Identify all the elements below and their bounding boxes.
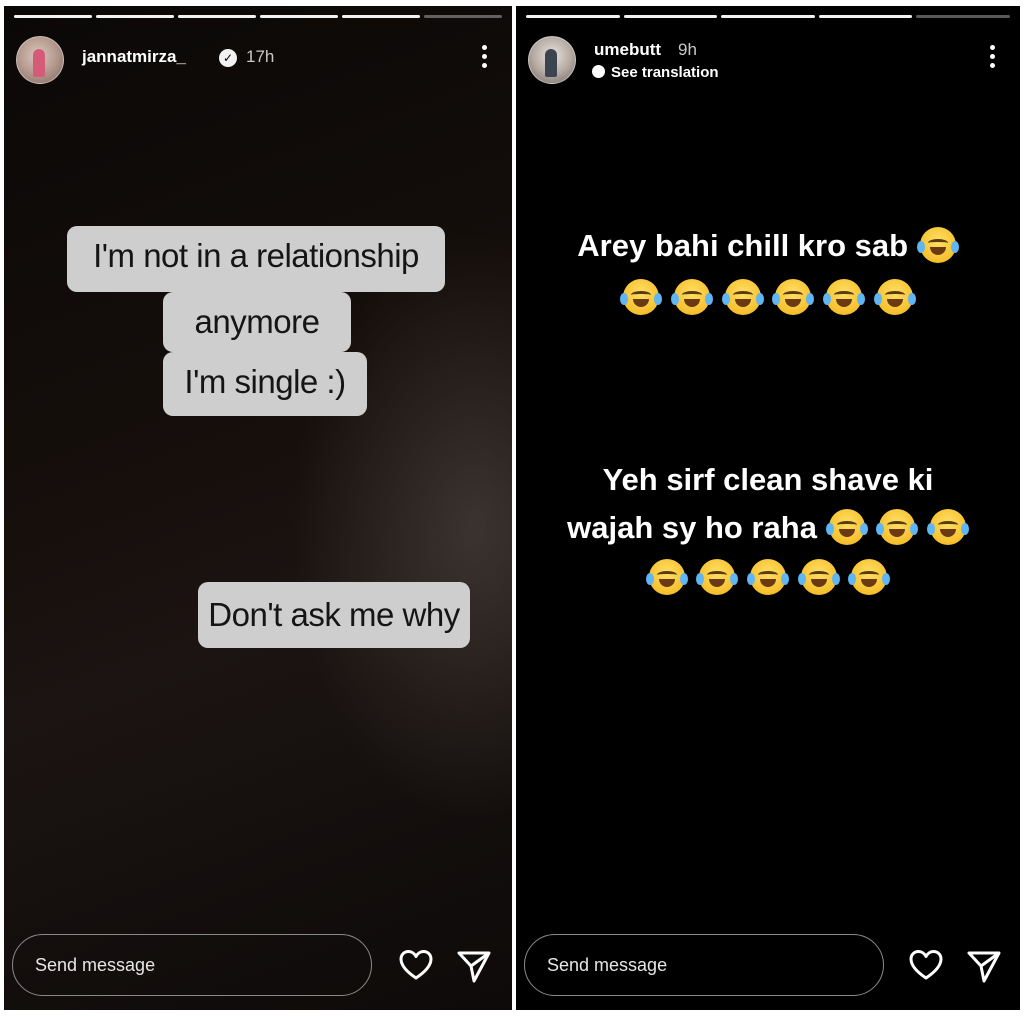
see-translation-label: See translation	[611, 64, 719, 81]
laughing-emoji-icon	[876, 509, 919, 545]
story-header: umebutt 9h See translation	[528, 32, 1008, 86]
laughing-emoji-icon	[848, 559, 891, 595]
story-progress-bar	[14, 15, 502, 18]
laughing-emoji-icon	[822, 279, 865, 315]
sticker-line: I'm not in a relationship	[67, 226, 445, 292]
reply-bar	[4, 926, 512, 1010]
laughing-emoji-icon	[926, 509, 969, 545]
more-options-icon[interactable]	[990, 45, 996, 68]
laughing-emoji-icon	[721, 279, 764, 315]
send-message-input[interactable]	[12, 934, 372, 996]
reply-bar	[516, 926, 1020, 1010]
laughing-emoji-icon	[873, 279, 916, 315]
sticker-line: I'm single :)	[163, 352, 367, 416]
laughing-emoji-icon	[671, 279, 714, 315]
sticker-line: anymore	[163, 292, 351, 352]
avatar[interactable]	[16, 36, 64, 84]
avatar[interactable]	[528, 36, 576, 84]
story-panel-right: umebutt 9h See translation Arey bahi chi…	[516, 6, 1020, 1010]
globe-icon	[592, 65, 605, 78]
laughing-emoji-icon	[696, 559, 739, 595]
caption-text: wajah sy ho raha	[567, 510, 817, 545]
laughing-emoji-icon	[825, 509, 868, 545]
story-panel-left: jannatmirza_ ✓ 17h I'm not in a relation…	[4, 6, 512, 1010]
username[interactable]: umebutt	[594, 40, 661, 60]
laughing-emoji-icon	[645, 559, 688, 595]
see-translation-link[interactable]: See translation	[592, 64, 719, 81]
laughing-emoji-icon	[797, 559, 840, 595]
story-header: jannatmirza_ ✓ 17h	[16, 32, 500, 86]
caption-text: Arey bahi chill kro sab	[577, 228, 909, 263]
heart-icon[interactable]	[908, 948, 944, 984]
laughing-emoji-icon	[772, 279, 815, 315]
story-caption: Arey bahi chill kro sab	[516, 222, 1020, 322]
verified-badge-icon: ✓	[219, 49, 237, 67]
laughing-emoji-icon	[620, 279, 663, 315]
heart-icon[interactable]	[398, 948, 434, 984]
story-progress-bar	[526, 15, 1010, 18]
send-message-input[interactable]	[524, 934, 884, 996]
more-options-icon[interactable]	[482, 45, 488, 68]
caption-text: Yeh sirf clean shave ki	[602, 462, 934, 497]
laughing-emoji-icon	[916, 227, 959, 263]
story-time: 17h	[246, 47, 275, 66]
laughing-emoji-icon	[747, 559, 789, 595]
send-icon[interactable]	[966, 948, 1002, 984]
username[interactable]: jannatmirza_	[82, 47, 186, 67]
send-icon[interactable]	[456, 948, 492, 984]
text-sticker: Don't ask me why	[198, 582, 470, 648]
text-sticker: I'm not in a relationship anymore I'm si…	[67, 220, 445, 416]
story-caption: Yeh sirf clean shave ki wajah sy ho raha	[516, 456, 1020, 602]
story-time: 9h	[678, 40, 697, 59]
